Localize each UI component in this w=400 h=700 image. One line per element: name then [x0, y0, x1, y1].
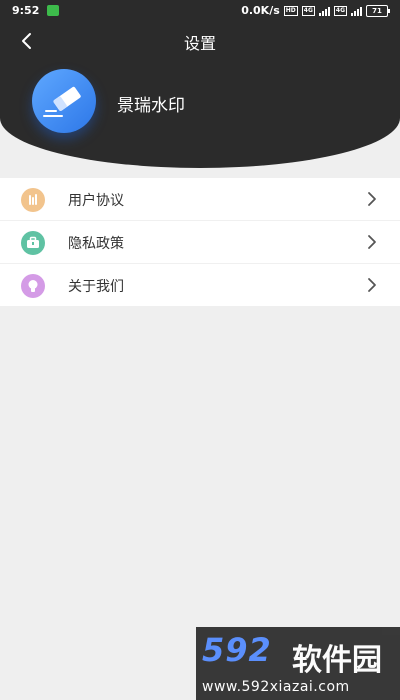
chevron-right-icon [368, 278, 376, 292]
network-badge: 4G [301, 5, 315, 16]
eraser-logo-icon [32, 69, 96, 133]
chevron-right-icon [368, 235, 376, 249]
watermark-url: www.592xiazai.com [202, 679, 350, 695]
menu-item-user-agreement[interactable]: 用户协议 [0, 178, 400, 221]
menu-item-label: 用户协议 [68, 193, 124, 209]
settings-menu: 用户协议 隐私政策 关于我们 [0, 178, 400, 306]
status-time: 9:52 [12, 4, 40, 17]
signal-icon [318, 6, 330, 16]
status-right-group: 0.0K/s HD 4G 4G 71 [241, 4, 390, 17]
battery-icon: 71 [366, 4, 390, 17]
menu-item-label: 隐私政策 [68, 236, 124, 252]
watermark-brand-number: 592 [202, 631, 272, 669]
chevron-right-icon [368, 192, 376, 206]
watermark-brand-name: 软件园 [292, 643, 382, 678]
signal-icon-2 [351, 6, 362, 16]
page-title: 设置 [183, 34, 216, 53]
network-badge-2: 4G [333, 5, 347, 16]
document-icon [21, 188, 45, 212]
menu-item-label: 关于我们 [68, 279, 124, 295]
app-name: 景瑞水印 [117, 96, 185, 116]
briefcase-icon [21, 231, 45, 255]
android-notification-icon [47, 5, 59, 16]
site-watermark: 592 软件园 www.592xiazai.com [196, 627, 400, 700]
menu-item-privacy-policy[interactable]: 隐私政策 [0, 221, 400, 264]
lightbulb-icon [21, 274, 45, 298]
menu-item-about-us[interactable]: 关于我们 [0, 264, 400, 306]
status-bar: 9:52 0.0K/s HD 4G 4G 71 [0, 0, 400, 22]
header-banner: 9:52 0.0K/s HD 4G 4G 71 设置 景瑞水印 [0, 0, 400, 168]
hd-badge: HD [283, 5, 298, 16]
network-speed: 0.0K/s [241, 4, 280, 17]
